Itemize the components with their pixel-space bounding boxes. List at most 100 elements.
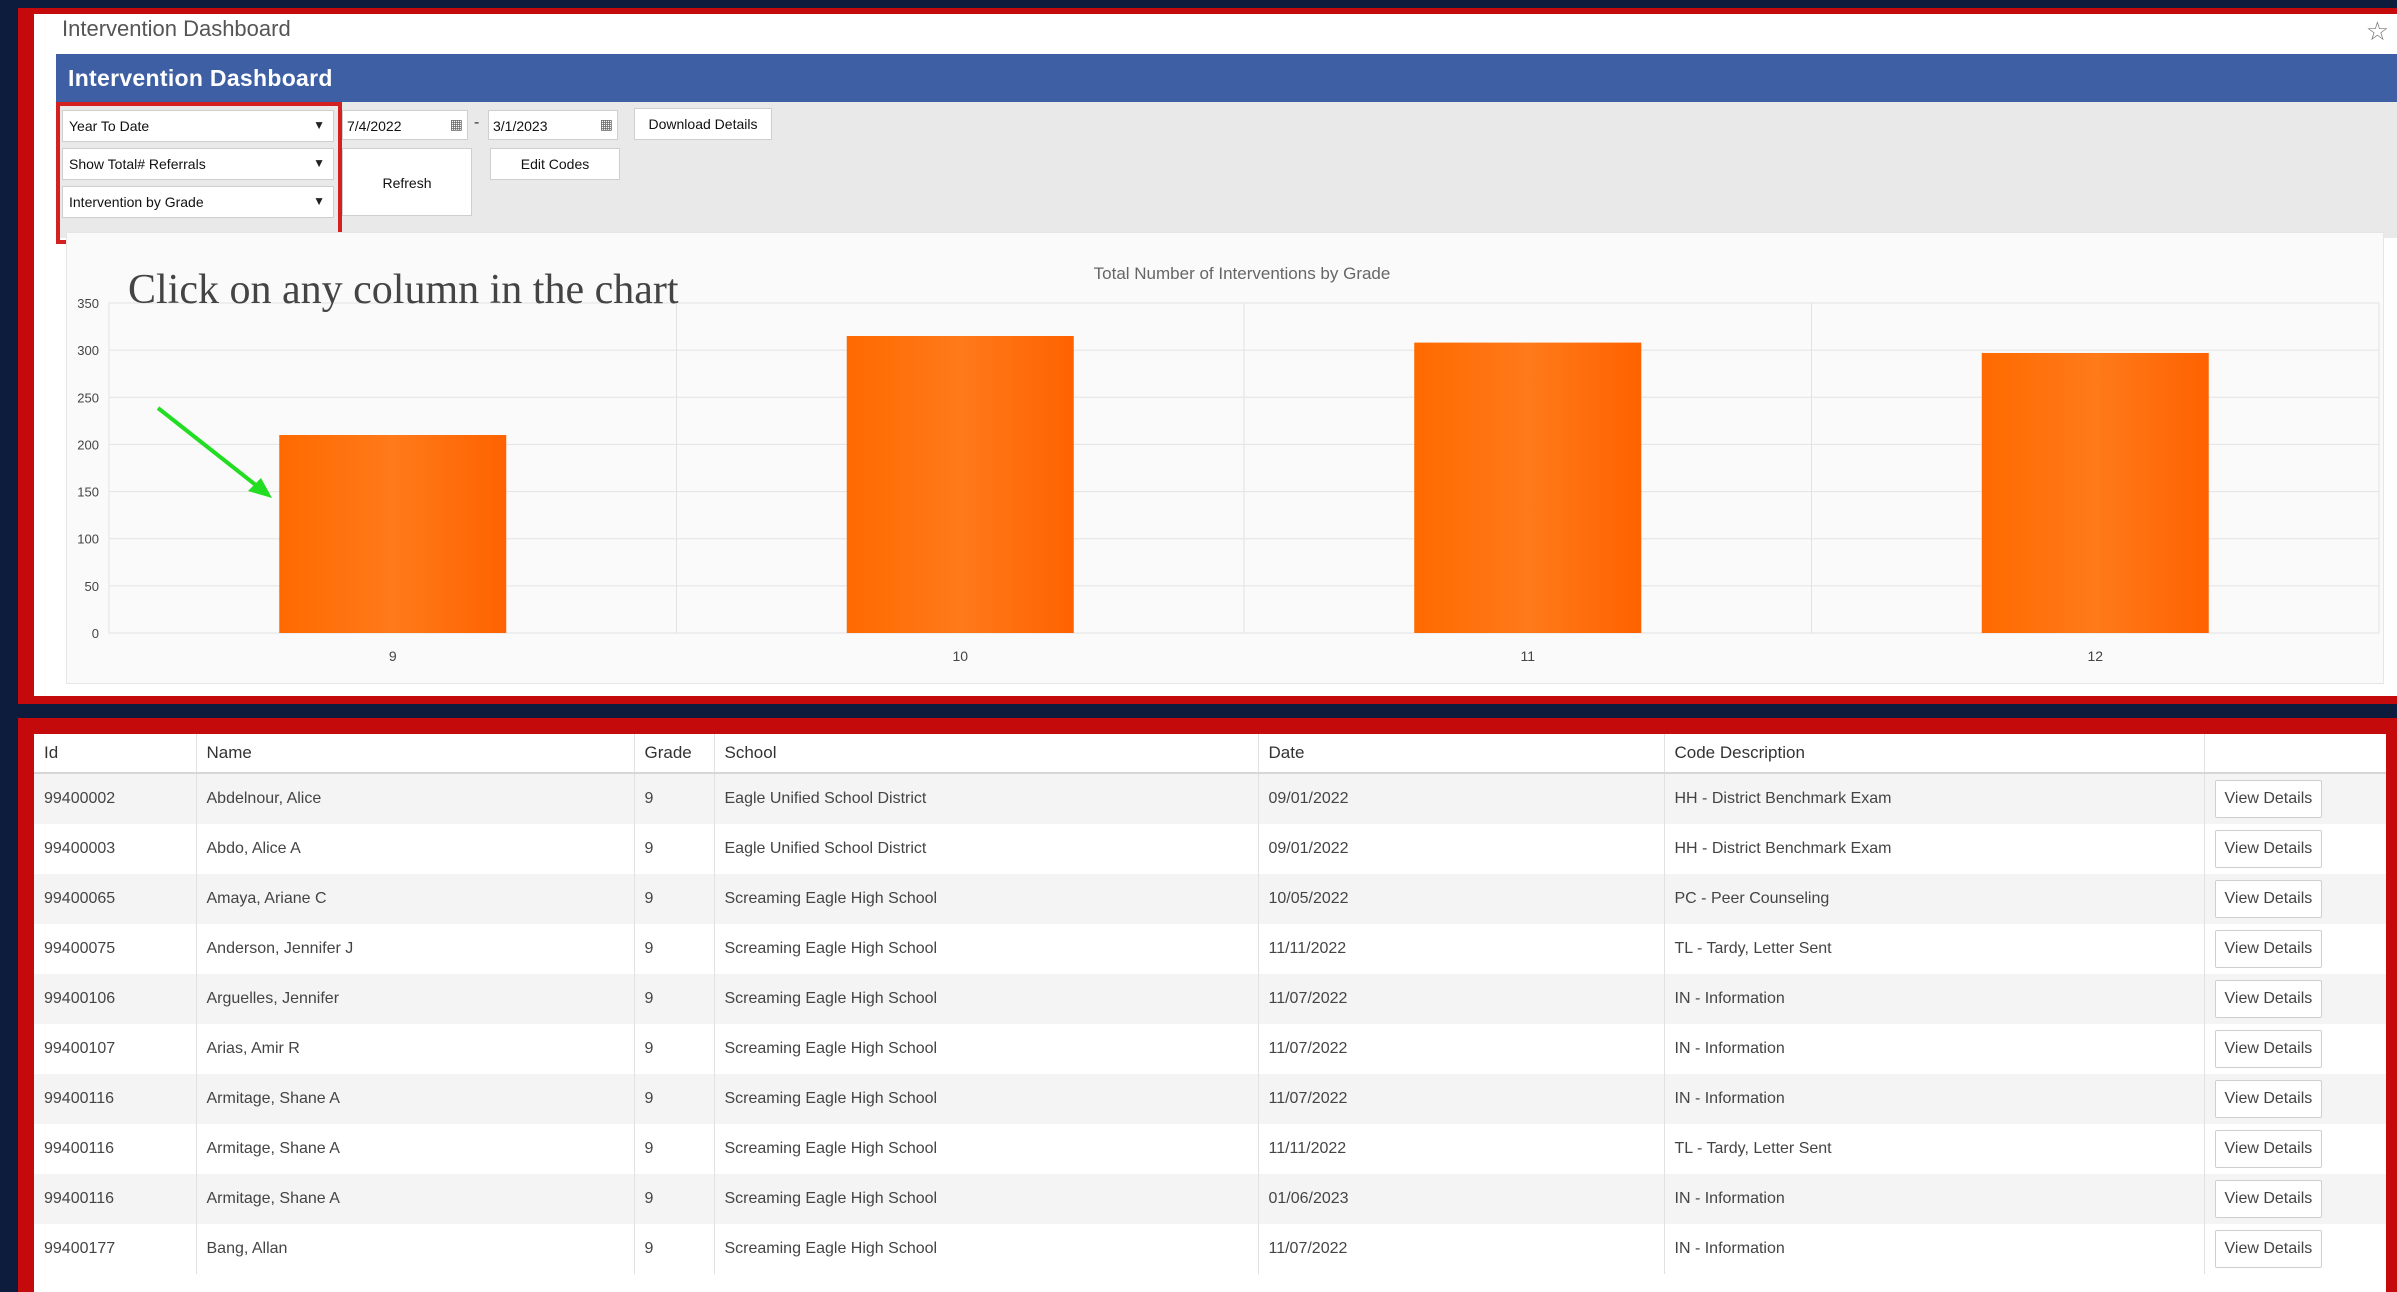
cell-grade: 9 (634, 1224, 715, 1274)
end-date-value: 3/1/2023 (493, 118, 548, 134)
cell-grade: 9 (634, 874, 715, 924)
cell-actions: View Details (2204, 1074, 2386, 1124)
edit-codes-button[interactable]: Edit Codes (490, 148, 620, 180)
cell-code-description: TL - Tardy, Letter Sent (1664, 1124, 2205, 1174)
details-table-panel: Id Name Grade School Date Code Descripti… (34, 734, 2386, 1292)
cell-code-description: IN - Information (1664, 1174, 2205, 1224)
interventions-table: Id Name Grade School Date Code Descripti… (34, 734, 2386, 1274)
view-details-button[interactable]: View Details (2214, 880, 2323, 918)
view-details-button[interactable]: View Details (2214, 930, 2323, 968)
page-title: Intervention Dashboard (62, 16, 291, 41)
cell-id: 99400002 (34, 773, 197, 824)
cell-school: Screaming Eagle High School (714, 924, 1259, 974)
cell-id: 99400116 (34, 1174, 197, 1224)
x-tick-label: 9 (389, 648, 397, 664)
table-row: 99400003 Abdo, Alice A 9 Eagle Unified Scho… (34, 824, 2386, 874)
column-header-school[interactable]: School (714, 734, 1259, 774)
cell-code-description: IN - Information (1664, 1074, 2205, 1124)
x-tick-label: 10 (952, 648, 968, 664)
cell-date: 10/05/2022 (1258, 874, 1665, 924)
x-tick-label: 12 (2087, 648, 2103, 664)
date-separator: - (474, 114, 480, 131)
cell-date: 01/06/2023 (1258, 1174, 1665, 1224)
cell-name: Armitage, Shane A (196, 1124, 635, 1174)
y-tick-label: 100 (77, 532, 99, 547)
cell-code-description: PC - Peer Counseling (1664, 874, 2205, 924)
cell-id: 99400107 (34, 1024, 197, 1074)
cell-id: 99400116 (34, 1124, 197, 1174)
cell-name: Armitage, Shane A (196, 1174, 635, 1224)
cell-school: Screaming Eagle High School (714, 974, 1259, 1024)
y-tick-label: 300 (77, 343, 99, 358)
calendar-icon[interactable]: ▦ (600, 116, 613, 133)
cell-name: Bang, Allan (196, 1224, 635, 1274)
cell-school: Screaming Eagle High School (714, 1074, 1259, 1124)
cell-date: 11/11/2022 (1258, 1124, 1665, 1174)
cell-grade: 9 (634, 1124, 715, 1174)
view-details-button[interactable]: View Details (2214, 980, 2323, 1018)
view-details-button[interactable]: View Details (2214, 1180, 2323, 1218)
column-header-date[interactable]: Date (1258, 734, 1665, 774)
view-details-button[interactable]: View Details (2214, 1130, 2323, 1168)
end-date-input[interactable]: 3/1/2023 ▦ (488, 110, 618, 140)
cell-code-description: IN - Information (1664, 1224, 2205, 1274)
column-header-code-description[interactable]: Code Description (1664, 734, 2205, 774)
cell-id: 99400177 (34, 1224, 197, 1274)
cell-school: Eagle Unified School District (714, 824, 1259, 874)
bar-grade-12 (1981, 352, 2209, 633)
cell-school: Eagle Unified School District (714, 773, 1259, 824)
refresh-button[interactable]: Refresh (342, 148, 472, 216)
view-details-button[interactable]: View Details (2214, 1080, 2323, 1118)
table-row: 99400116 Armitage, Shane A 9 Screaming Eagl… (34, 1074, 2386, 1124)
cell-code-description: TL - Tardy, Letter Sent (1664, 924, 2205, 974)
cell-id: 99400065 (34, 874, 197, 924)
view-details-button[interactable]: View Details (2214, 780, 2323, 818)
column-header-name[interactable]: Name (196, 734, 635, 774)
download-details-button[interactable]: Download Details (634, 108, 772, 140)
cell-date: 11/07/2022 (1258, 1074, 1665, 1124)
dashboard-header: Intervention Dashboard (56, 54, 2397, 102)
cell-grade: 9 (634, 1174, 715, 1224)
table-row: 99400075 Anderson, Jennifer J 9 Screaming E… (34, 924, 2386, 974)
cell-code-description: HH - District Benchmark Exam (1664, 773, 2205, 824)
cell-date: 09/01/2022 (1258, 773, 1665, 824)
cell-date: 11/11/2022 (1258, 924, 1665, 974)
calendar-icon[interactable]: ▦ (450, 116, 463, 133)
cell-id: 99400106 (34, 974, 197, 1024)
table-row: 99400106 Arguelles, Jennifer 9 Screaming Ea… (34, 974, 2386, 1024)
filter-toolbar: Year To Date ▼ Show Total# Referrals ▼ I… (56, 102, 2397, 244)
cell-actions: View Details (2204, 1024, 2386, 1074)
cell-id: 99400075 (34, 924, 197, 974)
cell-actions: View Details (2204, 1174, 2386, 1224)
cell-grade: 9 (634, 824, 715, 874)
cell-name: Arias, Amir R (196, 1024, 635, 1074)
y-tick-label: 50 (85, 579, 99, 594)
star-icon[interactable]: ☆ (2366, 16, 2389, 47)
view-details-button[interactable]: View Details (2214, 1030, 2323, 1068)
cell-name: Armitage, Shane A (196, 1074, 635, 1124)
bar-grade-9 (279, 435, 507, 633)
view-details-button[interactable]: View Details (2214, 830, 2323, 868)
y-tick-label: 0 (92, 626, 99, 641)
cell-name: Arguelles, Jennifer (196, 974, 635, 1024)
cell-actions: View Details (2204, 1124, 2386, 1174)
filter-highlight-box (56, 102, 342, 244)
column-header-grade[interactable]: Grade (634, 734, 715, 774)
table-row: 99400177 Bang, Allan 9 Screaming Eagle High… (34, 1224, 2386, 1274)
cell-date: 11/07/2022 (1258, 1224, 1665, 1274)
column-header-id[interactable]: Id (34, 734, 197, 774)
y-tick-label: 250 (77, 390, 99, 405)
cell-name: Abdelnour, Alice (196, 773, 635, 824)
cell-grade: 9 (634, 1024, 715, 1074)
cell-name: Abdo, Alice A (196, 824, 635, 874)
cell-actions: View Details (2204, 874, 2386, 924)
y-tick-label: 200 (77, 437, 99, 452)
cell-grade: 9 (634, 974, 715, 1024)
view-details-button[interactable]: View Details (2214, 1230, 2323, 1268)
cell-school: Screaming Eagle High School (714, 1024, 1259, 1074)
column-header-actions (2204, 734, 2386, 774)
cell-actions: View Details (2204, 924, 2386, 974)
table-row: 99400116 Armitage, Shane A 9 Screaming Eagl… (34, 1174, 2386, 1224)
start-date-input[interactable]: 7/4/2022 ▦ (342, 110, 468, 140)
cell-grade: 9 (634, 924, 715, 974)
